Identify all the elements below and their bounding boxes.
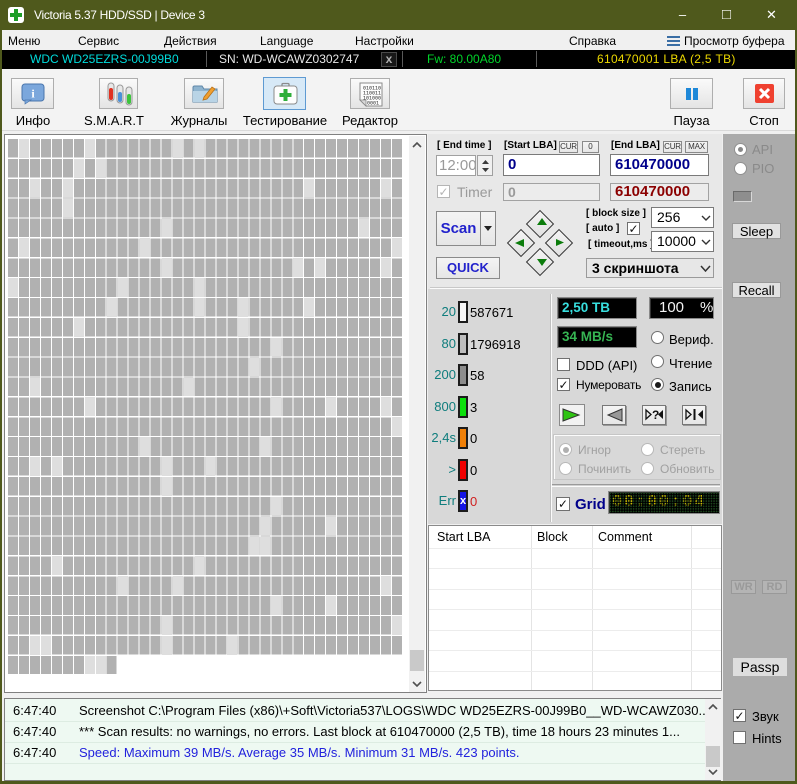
- svg-text:0001: 0001: [367, 101, 379, 107]
- svg-text:?: ?: [652, 408, 659, 422]
